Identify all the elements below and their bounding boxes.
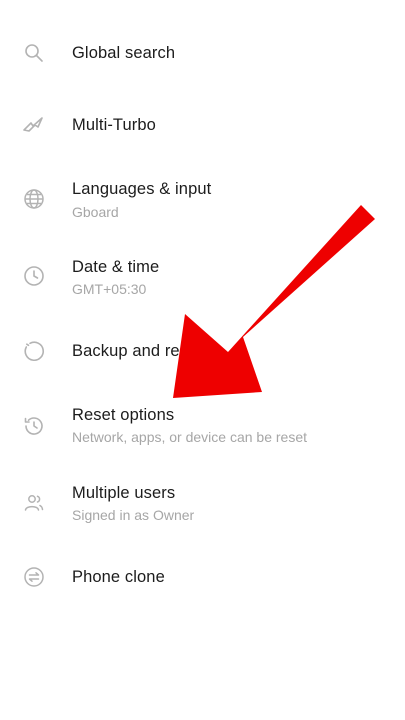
globe-icon bbox=[22, 187, 46, 211]
settings-item-multi-turbo[interactable]: Multi-Turbo bbox=[0, 102, 405, 148]
settings-item-multiple-users[interactable]: Multiple users Signed in as Owner bbox=[0, 478, 405, 528]
search-icon bbox=[22, 41, 46, 65]
users-icon bbox=[22, 491, 46, 515]
backup-icon bbox=[22, 339, 46, 363]
clock-icon bbox=[22, 264, 46, 288]
reset-history-icon bbox=[22, 414, 46, 438]
settings-item-date-time[interactable]: Date & time GMT+05:30 bbox=[0, 252, 405, 302]
settings-item-subtitle: GMT+05:30 bbox=[72, 281, 147, 297]
settings-item-label: Date & time bbox=[72, 258, 160, 276]
settings-item-subtitle: Signed in as Owner bbox=[72, 507, 195, 523]
settings-item-phone-clone[interactable]: Phone clone bbox=[0, 554, 405, 600]
settings-list: Global search Multi-Turbo Languages & in… bbox=[0, 0, 405, 720]
settings-item-global-search[interactable]: Global search bbox=[0, 30, 405, 76]
settings-item-reset-options[interactable]: Reset options Network, apps, or device c… bbox=[0, 400, 405, 452]
turbo-icon bbox=[22, 113, 46, 137]
settings-item-label: Global search bbox=[72, 44, 176, 62]
settings-item-label: Reset options bbox=[72, 406, 175, 424]
settings-item-languages-input[interactable]: Languages & input Gboard bbox=[0, 175, 405, 225]
settings-item-backup[interactable]: Backup and re bbox=[0, 328, 405, 374]
settings-item-label: Languages & input bbox=[72, 180, 212, 198]
settings-item-subtitle: Gboard bbox=[72, 204, 119, 220]
settings-item-label: Backup and re bbox=[72, 342, 180, 360]
settings-item-label: Multi-Turbo bbox=[72, 116, 156, 134]
settings-item-subtitle: Network, apps, or device can be reset bbox=[72, 429, 308, 445]
settings-item-label: Multiple users bbox=[72, 484, 176, 502]
phone-clone-icon bbox=[22, 565, 46, 589]
settings-item-label: Phone clone bbox=[72, 568, 165, 586]
